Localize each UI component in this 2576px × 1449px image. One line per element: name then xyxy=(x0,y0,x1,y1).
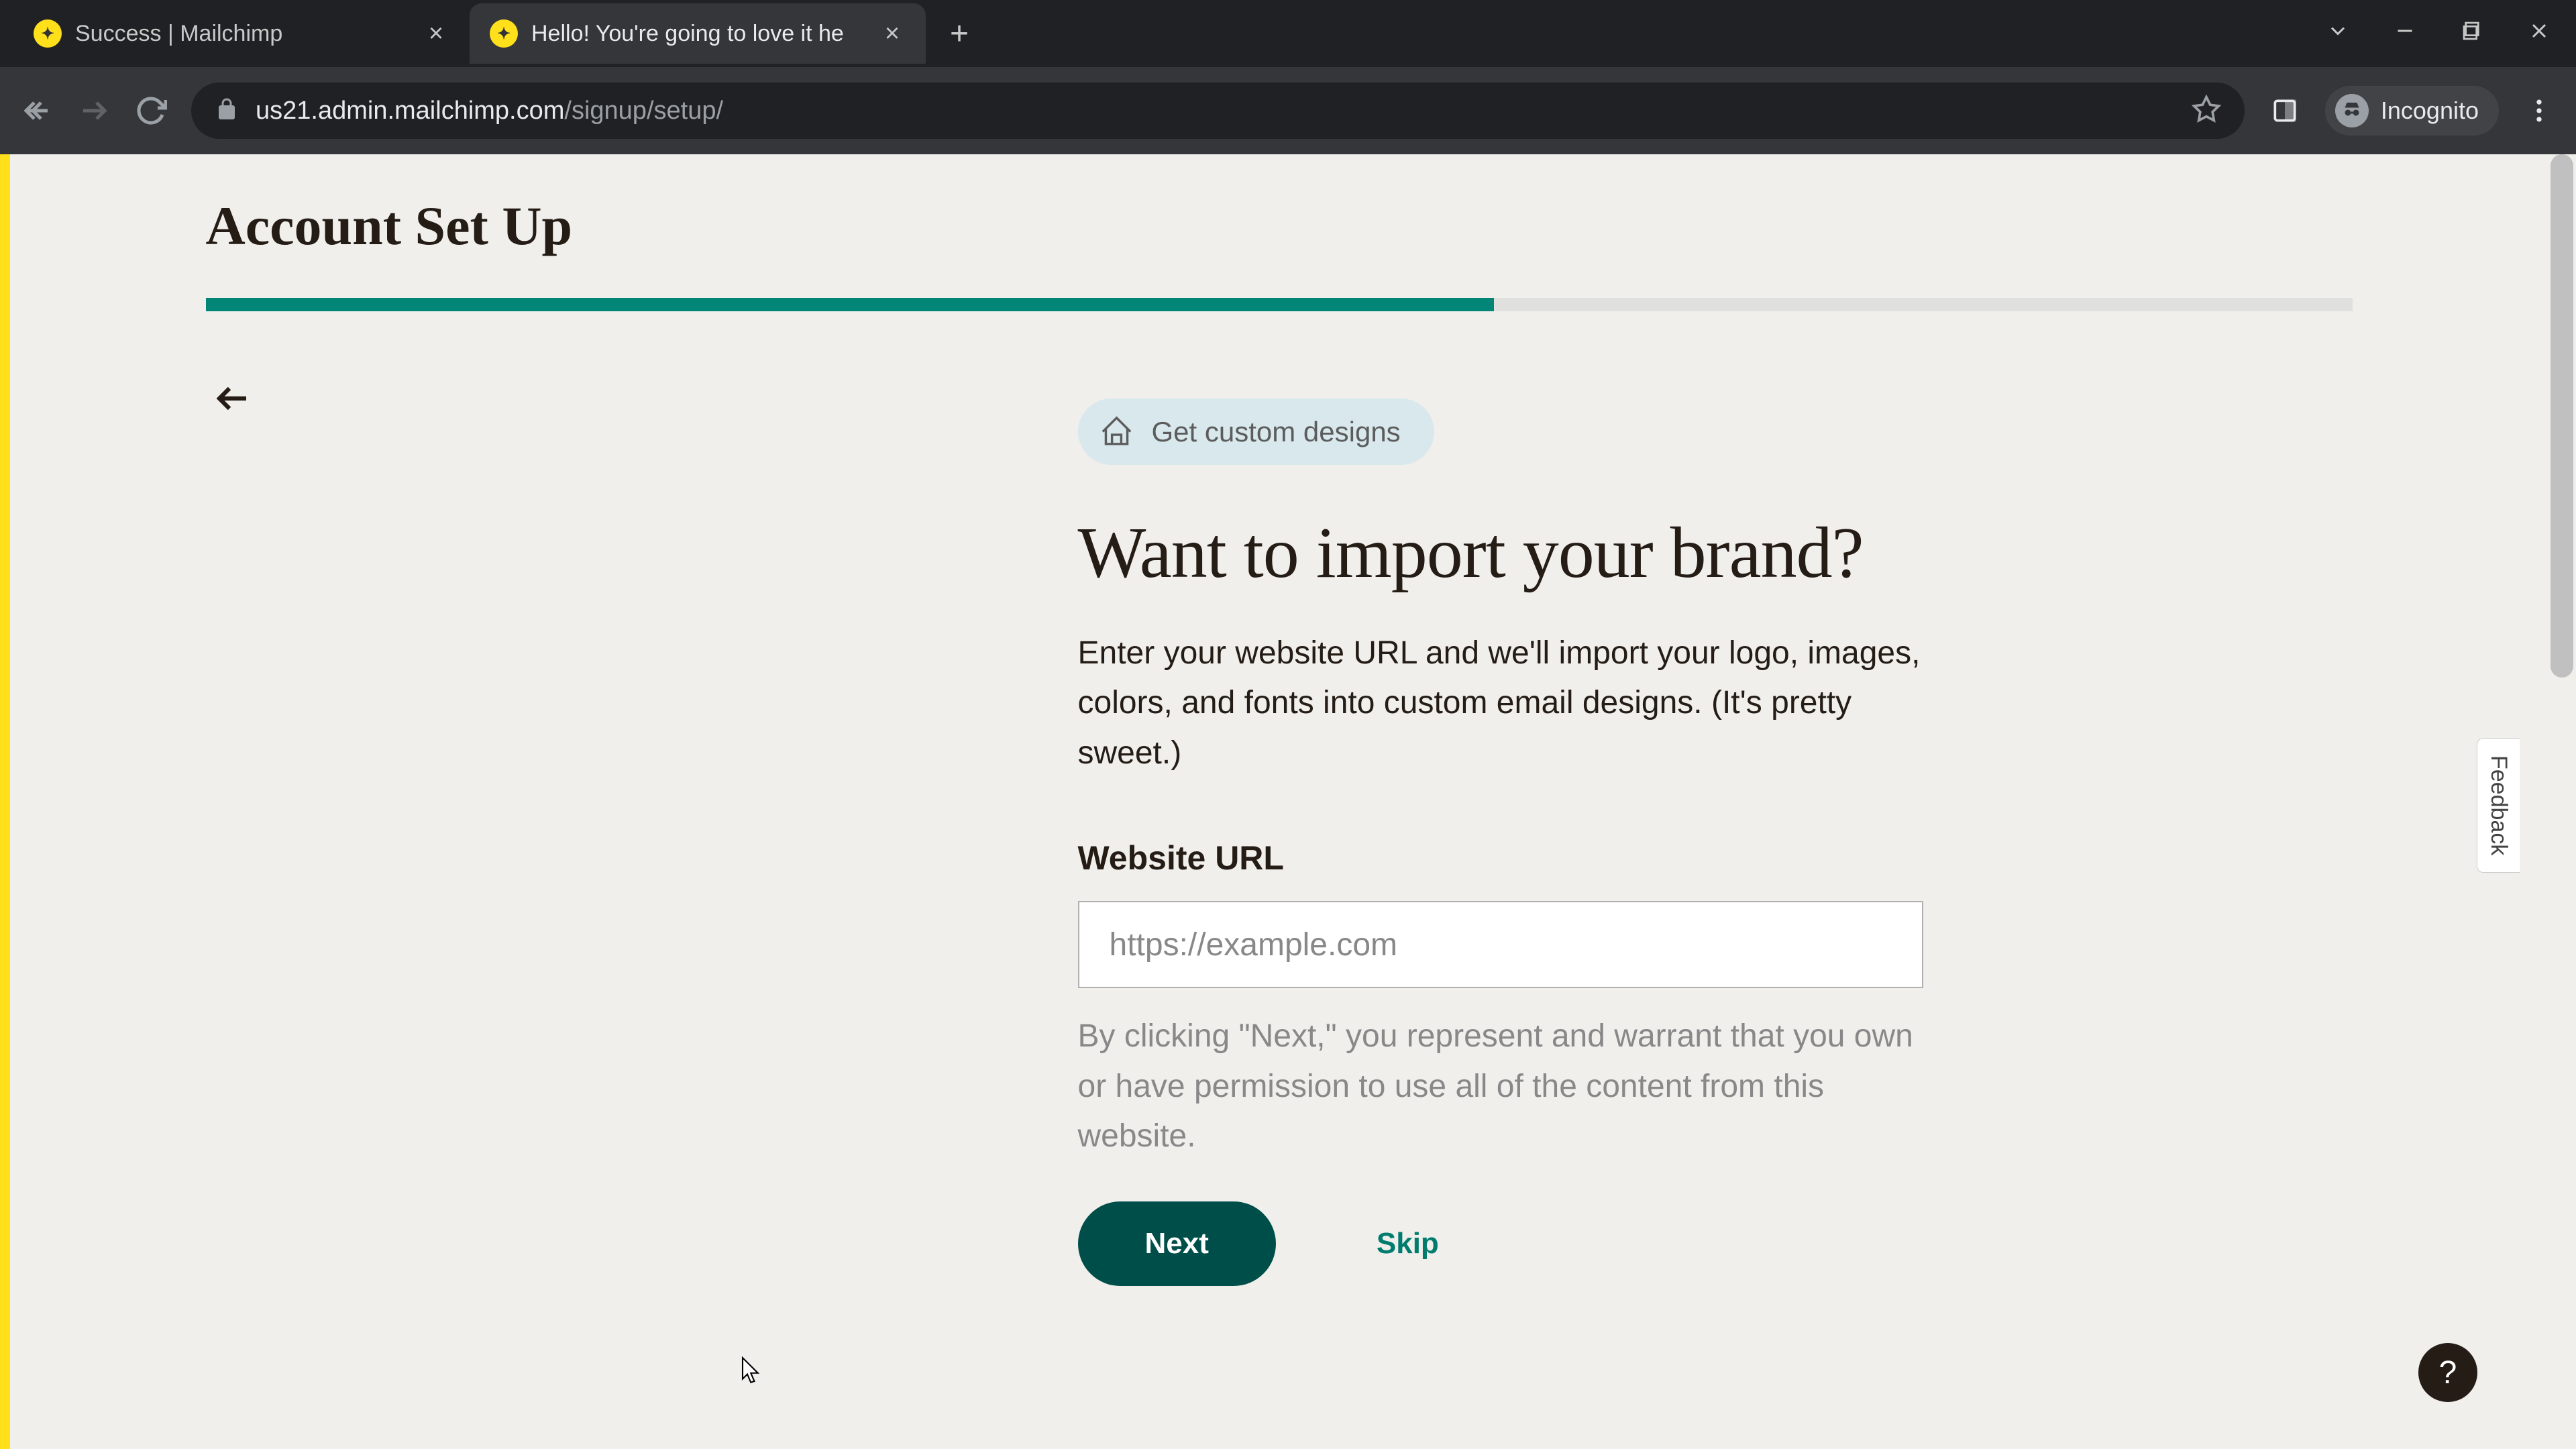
reload-button[interactable] xyxy=(127,87,174,134)
page-viewport: Account Set Up Get custom designs Want t… xyxy=(0,154,2576,1449)
minimize-icon[interactable] xyxy=(2388,19,2422,49)
custom-designs-badge: Get custom designs xyxy=(1078,398,1434,465)
close-window-icon[interactable] xyxy=(2522,19,2556,49)
tab-title: Hello! You're going to love it he xyxy=(531,21,869,47)
browser-chrome: ✦ Success | Mailchimp × ✦ Hello! You're … xyxy=(0,0,2576,154)
window-controls xyxy=(2321,19,2576,49)
scrollbar-track[interactable] xyxy=(2548,154,2576,1449)
close-tab-icon[interactable]: × xyxy=(879,20,906,47)
description: Enter your website URL and we'll import … xyxy=(1078,629,1923,778)
lock-icon xyxy=(215,97,239,125)
close-tab-icon[interactable]: × xyxy=(423,20,449,47)
browser-tab-inactive[interactable]: ✦ Success | Mailchimp × xyxy=(13,3,470,64)
browser-menu-icon[interactable] xyxy=(2516,87,2563,134)
field-label: Website URL xyxy=(1078,839,1923,877)
tab-dropdown-icon[interactable] xyxy=(2321,19,2355,49)
incognito-badge[interactable]: Incognito xyxy=(2325,86,2499,136)
forward-button[interactable] xyxy=(70,87,117,134)
new-tab-button[interactable]: + xyxy=(939,13,979,54)
progress-fill xyxy=(206,298,1494,311)
incognito-icon xyxy=(2335,94,2369,127)
help-button[interactable]: ? xyxy=(2418,1343,2477,1402)
bookmark-star-icon[interactable] xyxy=(2192,95,2221,127)
page-heading: Account Set Up xyxy=(206,195,2353,258)
scrollbar-thumb[interactable] xyxy=(2551,154,2573,678)
house-icon xyxy=(1098,413,1135,450)
brand-stripe xyxy=(0,154,10,1449)
main-title: Want to import your brand? xyxy=(1078,512,1923,595)
next-button[interactable]: Next xyxy=(1078,1201,1276,1286)
extensions-icon[interactable] xyxy=(2261,87,2308,134)
cursor-icon xyxy=(738,1355,766,1389)
page-content: Account Set Up Get custom designs Want t… xyxy=(10,154,2548,1449)
url-path: /signup/setup/ xyxy=(564,97,723,125)
form-area: Get custom designs Want to import your b… xyxy=(622,398,1937,1286)
maximize-icon[interactable] xyxy=(2455,19,2489,48)
pill-label: Get custom designs xyxy=(1152,416,1401,448)
address-bar-row: us21.admin.mailchimp.com/signup/setup/ I… xyxy=(0,67,2576,154)
mailchimp-favicon-icon: ✦ xyxy=(34,19,62,48)
tab-bar: ✦ Success | Mailchimp × ✦ Hello! You're … xyxy=(0,0,2576,67)
mailchimp-favicon-icon: ✦ xyxy=(490,19,518,48)
url-host: us21.admin.mailchimp.com xyxy=(256,97,564,125)
progress-bar xyxy=(206,298,2353,311)
incognito-label: Incognito xyxy=(2381,97,2479,125)
disclaimer: By clicking "Next," you represent and wa… xyxy=(1078,1012,1923,1161)
back-button[interactable] xyxy=(13,87,60,134)
browser-tab-active[interactable]: ✦ Hello! You're going to love it he × xyxy=(470,3,926,64)
feedback-tab[interactable]: Feedback xyxy=(2477,738,2520,873)
website-url-input[interactable] xyxy=(1078,901,1923,988)
tab-title: Success | Mailchimp xyxy=(75,21,413,47)
button-row: Next Skip xyxy=(1078,1201,1923,1286)
back-arrow-button[interactable] xyxy=(206,372,260,425)
skip-button[interactable]: Skip xyxy=(1377,1227,1439,1260)
address-bar[interactable]: us21.admin.mailchimp.com/signup/setup/ xyxy=(191,83,2245,139)
